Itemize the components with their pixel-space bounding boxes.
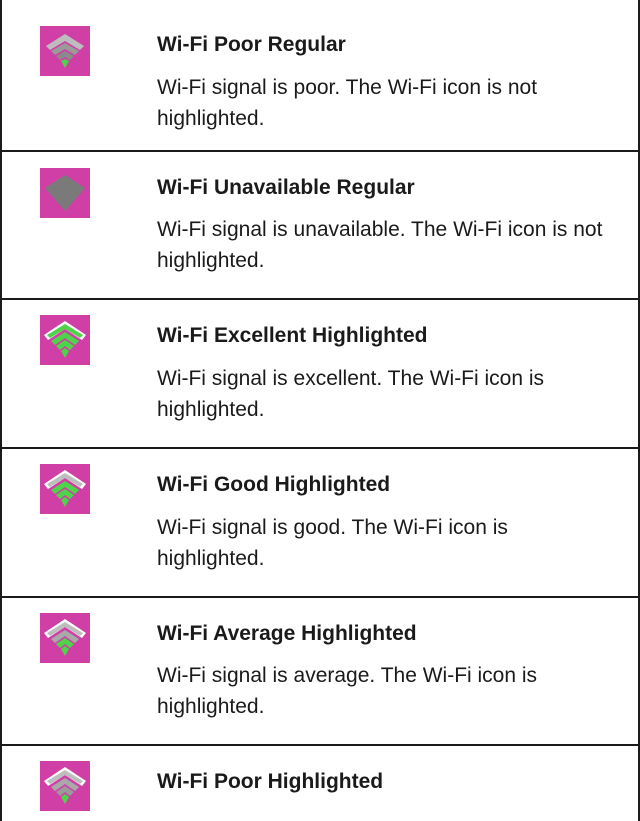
wifi-average-highlighted-icon [40,613,90,663]
row-description: Wi-Fi signal is poor. The Wi-Fi icon is … [157,76,538,130]
row-description: Wi-Fi signal is good. The Wi-Fi icon is … [157,516,508,570]
row-title: Wi-Fi Good Highlighted [157,473,391,496]
table-row-wifi-excellent-highlighted: Wi-Fi Excellent Highlighted Wi-Fi signal… [2,298,638,447]
row-title: Wi-Fi Average Highlighted [157,622,417,645]
row-title: Wi-Fi Poor Highlighted [157,770,384,793]
table-row-wifi-average-highlighted: Wi-Fi Average Highlighted Wi-Fi signal i… [2,596,638,744]
table-row-wifi-unavailable-regular: Wi-Fi Unavailable Regular Wi-Fi signal i… [2,150,638,298]
row-description: Wi-Fi signal is excellent. The Wi-Fi ico… [157,367,545,421]
table-row-wifi-poor-highlighted: Wi-Fi Poor Highlighted [2,744,638,821]
table-row-wifi-poor-regular: Wi-Fi Poor Regular Wi-Fi signal is poor.… [2,0,638,150]
row-title: Wi-Fi Unavailable Regular [157,176,415,199]
wifi-unavailable-regular-icon [40,168,90,218]
row-title: Wi-Fi Excellent Highlighted [157,324,428,347]
wifi-icons-table: Wi-Fi Poor Regular Wi-Fi signal is poor.… [0,0,640,821]
row-title: Wi-Fi Poor Regular [157,33,346,56]
wifi-poor-regular-icon [40,26,90,76]
wifi-poor-highlighted-icon [40,761,90,811]
wifi-excellent-highlighted-icon [40,315,90,365]
table-row-wifi-good-highlighted: Wi-Fi Good Highlighted Wi-Fi signal is g… [2,447,638,596]
wifi-good-highlighted-icon [40,464,90,514]
row-description: Wi-Fi signal is average. The Wi-Fi icon … [157,664,538,718]
row-description: Wi-Fi signal is unavailable. The Wi-Fi i… [157,218,603,272]
